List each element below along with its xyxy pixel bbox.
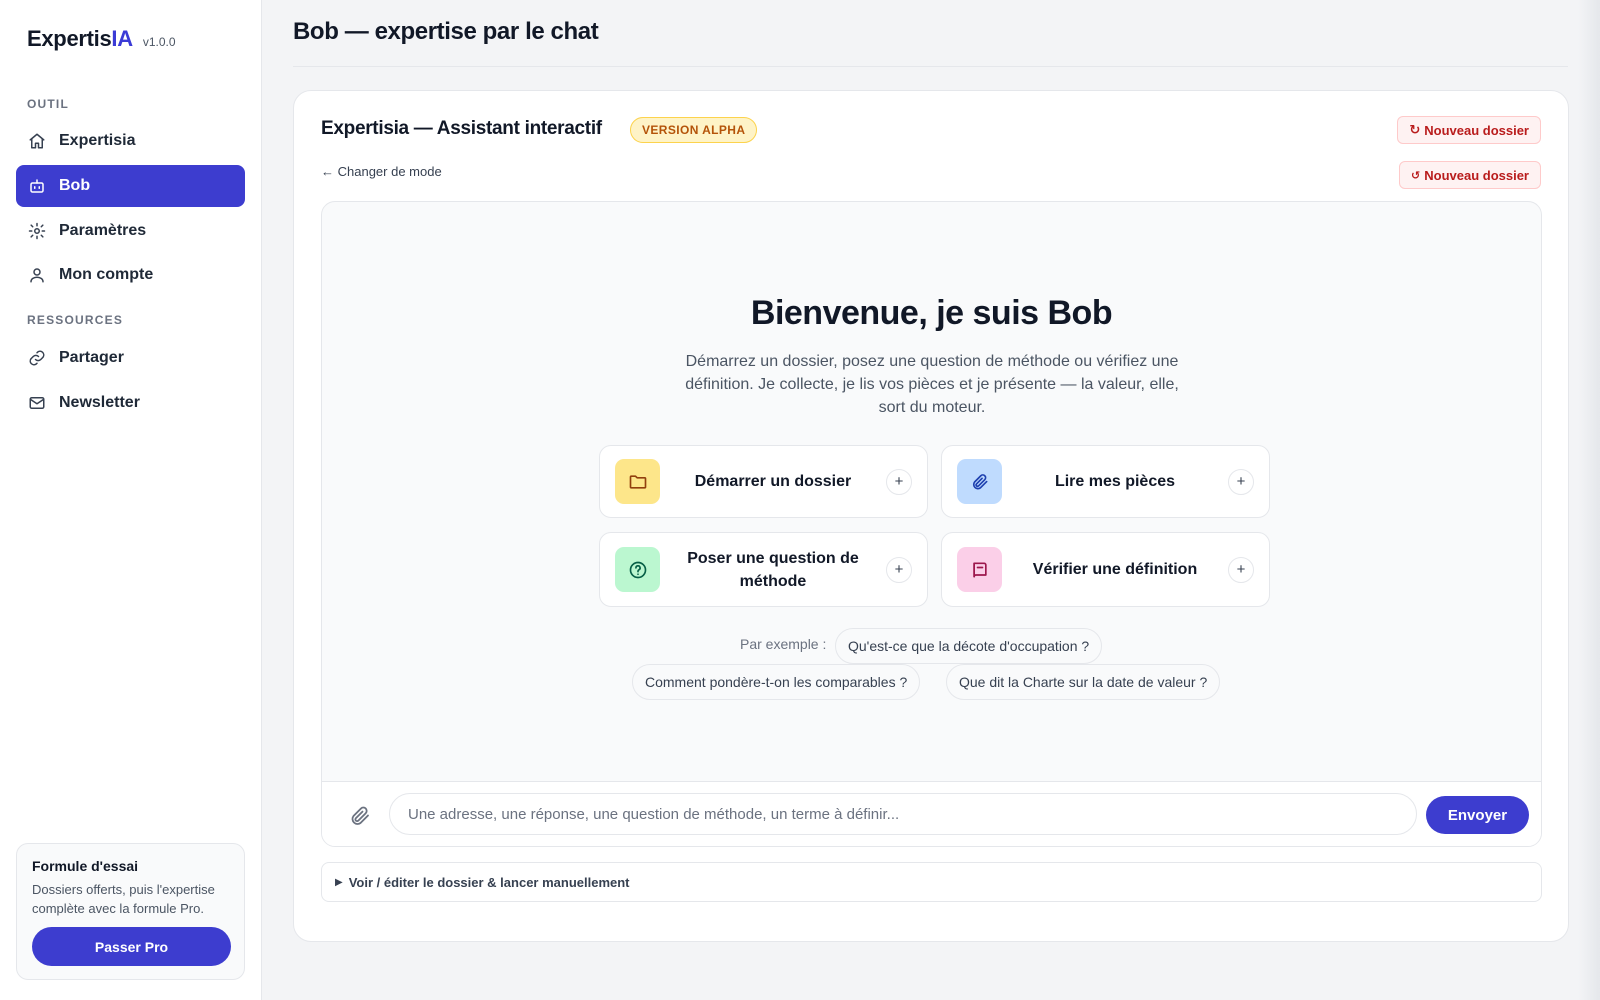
section-label-outil: OUTIL [27,97,69,111]
page-title: Bob — expertise par le chat [293,18,599,45]
sidebar-item-label: Mon compte [59,266,154,283]
triangle-right-icon: ▶ [335,876,343,888]
paperclip-icon [957,459,1002,504]
details-label: Voir / éditer le dossier & lancer manuel… [348,874,630,890]
sidebar-item-newsletter[interactable]: Newsletter [16,382,245,424]
bot-icon [27,176,47,196]
sidebar-item-mon-compte[interactable]: Mon compte [16,254,245,296]
new-dossier-label: Nouveau dossier [1424,167,1529,183]
refresh-icon: ↻ [1409,122,1421,137]
action-label: Vérifier une définition [1032,561,1198,578]
example-chip[interactable]: Comment pondère-t-on les comparables ? [632,664,921,700]
send-button[interactable]: Envoyer [1426,796,1529,834]
action-method-question[interactable]: Poser une question de méthode + [599,532,928,607]
link-icon [27,348,47,368]
example-chip[interactable]: Que dit la Charte sur la date de valeur … [946,664,1221,700]
action-label: Lire mes pièces [1054,473,1176,490]
trial-title: Formule d'essai [32,858,139,874]
action-label: Démarrer un dossier [694,473,852,490]
panel-title: Expertisia — Assistant interactif [321,118,602,139]
plus-icon: + [886,468,912,495]
message-composer: Envoyer [322,781,1541,846]
sidebar-item-label: Partager [59,349,124,366]
version-badge: VERSION ALPHA [630,117,758,143]
section-label-ressources: RESSOURCES [27,313,124,327]
plus-icon: + [1228,556,1254,583]
sidebar-item-bob[interactable]: Bob [16,165,245,207]
sidebar-item-label: Paramètres [59,222,147,239]
divider [293,66,1568,67]
welcome-title: Bienvenue, je suis Bob [750,294,1113,332]
sidebar-item-label: Bob [59,177,91,194]
new-dossier-button-secondary[interactable]: ↺ Nouveau dossier [1399,161,1541,189]
mail-icon [27,393,47,413]
example-chip[interactable]: Qu'est-ce que la décote d'occupation ? [835,628,1103,664]
trial-card: Formule d'essai Dossiers offerts, puis l… [16,843,245,980]
examples-label: Par exemple : [740,636,827,652]
app-version: v1.0.0 [142,35,176,49]
brand: ExpertisIA v1.0.0 [27,26,176,52]
refresh-icon: ↺ [1411,169,1421,182]
sidebar: ExpertisIA v1.0.0 OUTIL Expertisia Bob P… [0,0,262,1000]
action-verify-definition[interactable]: Vérifier une définition + [941,532,1270,607]
plus-icon: + [886,556,912,583]
welcome-subtitle: Démarrez un dossier, posez une question … [685,353,1179,416]
change-mode-link[interactable]: ← Changer de mode [321,164,442,179]
question-icon [615,547,660,592]
upgrade-button[interactable]: Passer Pro [32,927,231,966]
chat-input[interactable] [389,793,1417,835]
sidebar-item-label: Newsletter [59,394,140,411]
book-icon [957,547,1002,592]
dossier-details-toggle[interactable]: ▶ Voir / éditer le dossier & lancer manu… [321,862,1542,902]
action-start-dossier[interactable]: Démarrer un dossier + [599,445,928,518]
sidebar-item-label: Expertisia [59,132,136,149]
scrollbar[interactable] [1578,0,1600,1000]
brand-logo[interactable]: ExpertisIA [27,26,133,52]
home-icon [27,131,47,151]
paperclip-icon[interactable] [348,804,372,828]
trial-text: Dossiers offerts, puis l'expertise compl… [32,882,215,916]
user-icon [27,265,47,285]
action-read-documents[interactable]: Lire mes pièces + [941,445,1270,518]
sidebar-item-expertisia[interactable]: Expertisia [16,120,245,162]
assistant-panel: Expertisia — Assistant interactif VERSIO… [293,90,1569,942]
plus-icon: + [1228,468,1254,495]
sidebar-item-partager[interactable]: Partager [16,337,245,379]
folder-icon [615,459,660,504]
action-label: Poser une question de méthode [687,549,859,590]
chat-area: Bienvenue, je suis Bob Démarrez un dossi… [321,201,1542,847]
sidebar-item-parametres[interactable]: Paramètres [16,210,245,252]
gear-icon [27,221,47,241]
new-dossier-label: Nouveau dossier [1424,122,1529,138]
new-dossier-button[interactable]: ↻ Nouveau dossier [1397,116,1541,144]
